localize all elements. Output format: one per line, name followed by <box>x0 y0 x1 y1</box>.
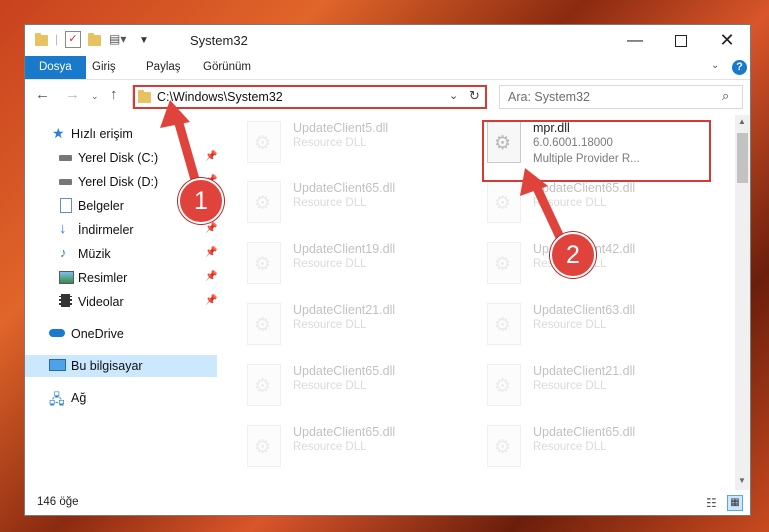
arrow-1 <box>160 100 203 195</box>
callout-2: 2 <box>550 232 596 278</box>
annotation-arrows <box>160 100 570 253</box>
callout-1: 1 <box>178 178 224 224</box>
